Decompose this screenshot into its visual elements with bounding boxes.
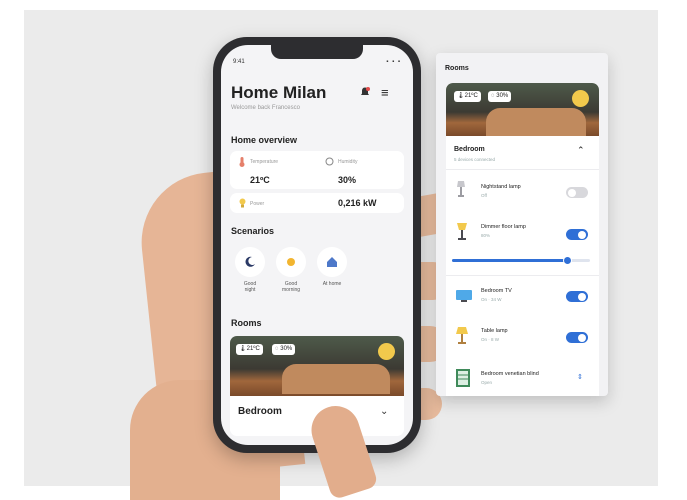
bulb-icon <box>239 198 246 208</box>
scenarios-title: Scenarios <box>231 226 275 236</box>
room-name: Bedroom <box>238 406 282 417</box>
room-image-bedroom[interactable]: 🌡21ºC ◌ 30% <box>230 336 404 396</box>
blind-control-icon[interactable]: ⇕ <box>577 373 583 381</box>
panel-room-subtitle: 5 devices connected <box>454 157 496 162</box>
status-icons: ▪ ▪ ▪ <box>386 59 401 65</box>
dimmer-slider-knob[interactable] <box>563 256 573 265</box>
humidity-value: 30% <box>338 175 357 185</box>
panel-title: Rooms <box>445 65 469 72</box>
toggle-nightstand-lamp[interactable] <box>566 187 588 198</box>
overview-card: Temperature 21ºC Humidity 30% <box>230 151 404 189</box>
scenario-good-morning[interactable] <box>276 247 306 277</box>
toggle-bedroom-tv[interactable] <box>566 291 588 302</box>
menu-icon[interactable]: ≡ <box>381 86 389 99</box>
notification-bell-icon[interactable] <box>359 86 371 98</box>
room-humidity-pill: ◌ 30% <box>272 344 296 355</box>
lamp-icon <box>457 181 465 197</box>
phone-notch <box>271 45 363 59</box>
panel-room-card: 🌡21ºC ◌ 30% Bedroom 5 devices connected … <box>446 83 599 396</box>
home-icon <box>327 257 337 267</box>
device-sub-table-lamp: On · 8 W <box>481 337 500 342</box>
power-card: Power 0,216 kW <box>230 193 404 213</box>
moon-icon <box>245 256 255 267</box>
room-temperature-pill: 🌡21ºC <box>236 344 263 355</box>
panel-sun-icon <box>572 90 589 107</box>
bed-headboard <box>282 364 390 394</box>
scenario-good-morning-label: Good morning <box>281 281 301 293</box>
device-name-tv: Bedroom TV <box>481 288 512 294</box>
room-sun-icon <box>378 343 395 360</box>
dimmer-slider[interactable] <box>452 256 590 265</box>
floor-lamp-icon <box>457 223 467 240</box>
scenario-at-home[interactable] <box>317 247 347 277</box>
device-sub-tv: On · 34 W <box>481 297 502 302</box>
dimmer-slider-fill <box>452 259 568 262</box>
device-name-dimmer: Dimmer floor lamp <box>481 224 526 230</box>
thermometer-icon <box>239 157 245 167</box>
panel-bed-headboard <box>486 108 586 136</box>
home-subtitle: Welcome back Francesco <box>231 105 300 111</box>
toggle-table-lamp[interactable] <box>566 332 588 343</box>
phone-screen: 9:41 ▪ ▪ ▪ Home Milan Welcome back Franc… <box>221 45 413 445</box>
device-sub-nightstand: Off <box>481 193 487 198</box>
device-name-table-lamp: Table lamp <box>481 328 508 334</box>
scenario-good-night[interactable] <box>235 247 265 277</box>
status-time: 9:41 <box>233 59 245 65</box>
device-name-nightstand: Nightstand lamp <box>481 184 521 190</box>
toggle-dimmer-floor-lamp[interactable] <box>566 229 588 240</box>
divider <box>446 169 599 170</box>
panel-room-image[interactable]: 🌡21ºC ◌ 30% <box>446 83 599 136</box>
power-label: Power <box>250 201 265 207</box>
humidity-icon <box>325 157 334 166</box>
humidity-label: Humidity <box>338 159 358 165</box>
panel-humidity-pill: ◌ 30% <box>488 91 512 102</box>
power-value: 0,216 kW <box>338 198 377 208</box>
chevron-down-icon[interactable]: ⌄ <box>380 406 388 417</box>
chevron-up-icon[interactable]: ⌃ <box>577 145 585 156</box>
panel-room-name: Bedroom <box>454 146 485 153</box>
rooms-panel: Rooms 🌡21ºC ◌ 30% Bedroom 5 devices conn… <box>436 53 608 396</box>
device-sub-blind: Open <box>481 380 493 385</box>
scenario-good-night-label: Good night <box>243 281 257 293</box>
device-sub-dimmer: 80% <box>481 233 491 238</box>
panel-temperature-pill: 🌡21ºC <box>454 91 481 102</box>
home-title: Home Milan <box>231 83 327 102</box>
temperature-label: Temperature <box>250 159 279 165</box>
temperature-value: 21ºC <box>250 175 270 185</box>
divider <box>446 275 599 276</box>
blind-icon <box>456 369 470 387</box>
device-name-blind: Bedroom venetian blind <box>481 371 539 377</box>
table-lamp-icon <box>456 327 468 344</box>
tv-icon <box>456 290 472 302</box>
sun-icon <box>287 258 295 266</box>
overview-title: Home overview <box>231 135 298 145</box>
scenario-at-home-label: At home <box>322 281 342 287</box>
rooms-title: Rooms <box>231 318 262 328</box>
